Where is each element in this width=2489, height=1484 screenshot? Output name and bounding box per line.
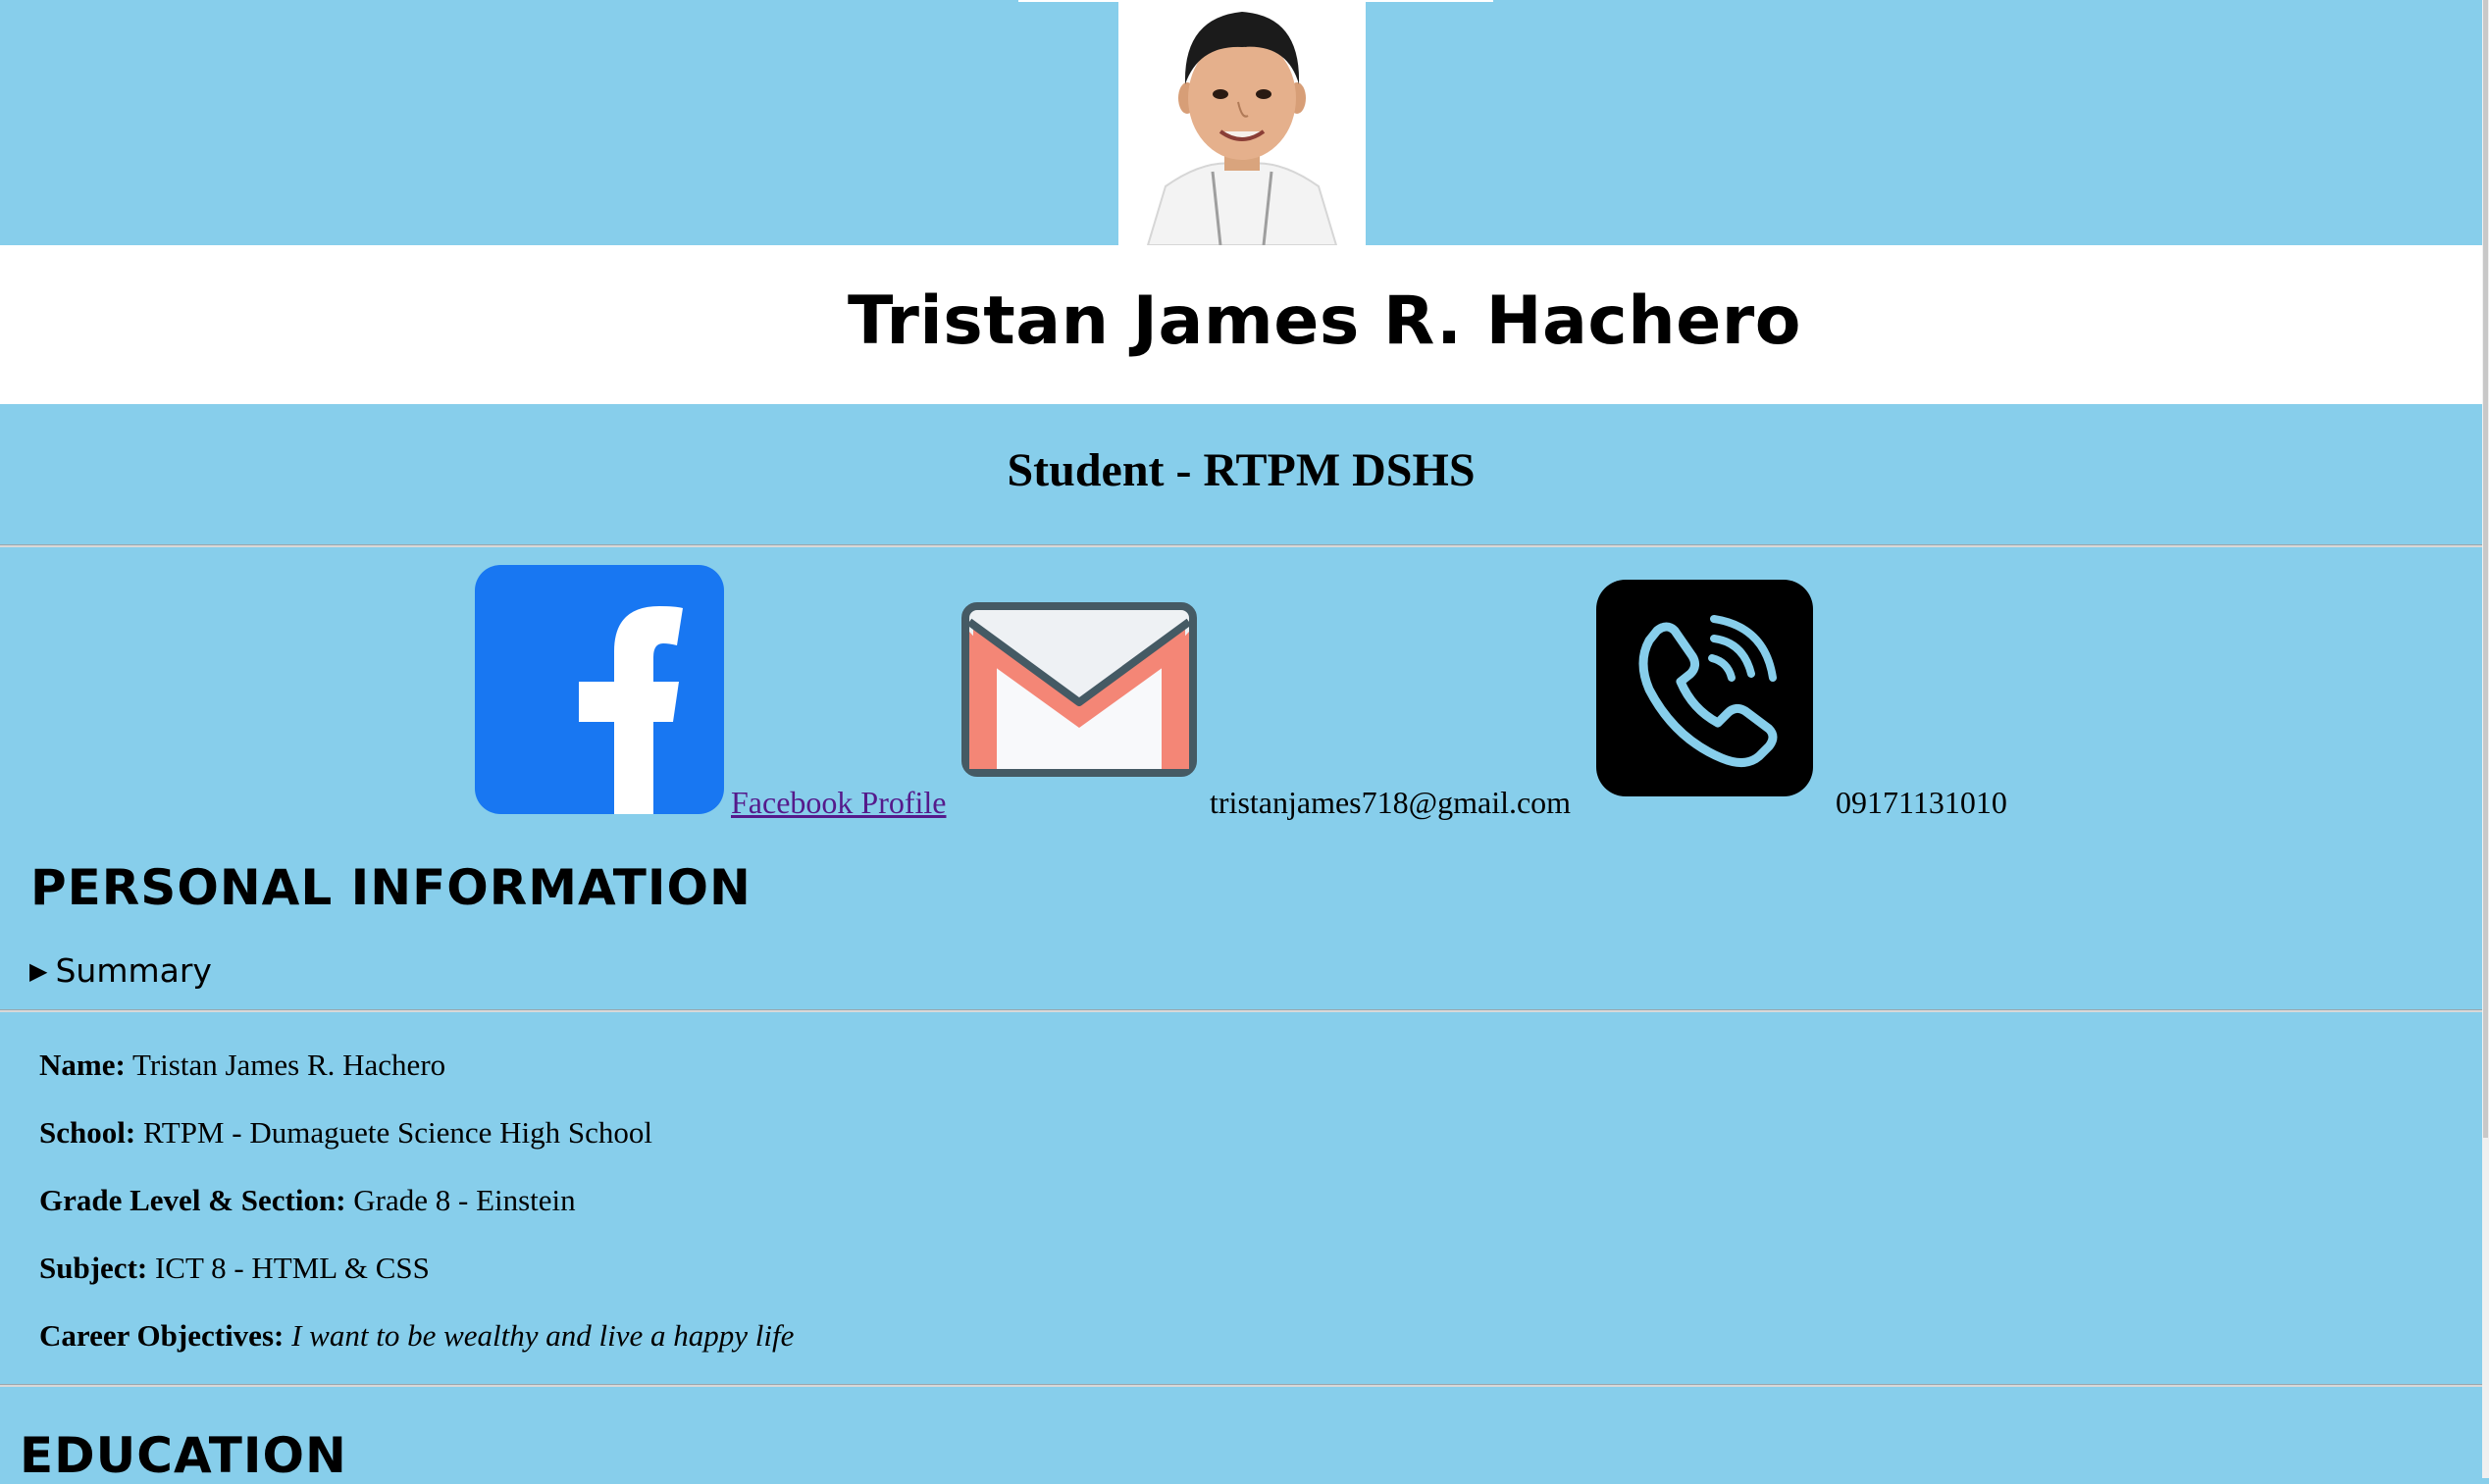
info-value: ICT 8 - HTML & CSS: [154, 1251, 430, 1285]
profile-photo: [1118, 0, 1366, 245]
scrollbar-thumb[interactable]: [2483, 0, 2488, 1138]
info-row-subject: Subject: ICT 8 - HTML & CSS: [39, 1251, 430, 1286]
info-row-name: Name: Tristan James R. Hachero: [39, 1048, 445, 1083]
subtitle: Student - RTPM DSHS: [1007, 444, 1476, 496]
email-text: tristanjames718@gmail.com: [1210, 785, 1572, 820]
summary-toggle[interactable]: ▶ Summary: [29, 951, 212, 990]
phone-text: 09171131010: [1836, 785, 2007, 820]
personal-information-heading: PERSONAL INFORMATION: [30, 859, 752, 916]
summary-label: Summary: [55, 951, 212, 990]
info-value: Grade 8 - Einstein: [353, 1183, 576, 1217]
name-band: Tristan James R. Hachero: [0, 245, 2482, 404]
divider: [0, 1009, 2482, 1012]
info-value: I want to be wealthy and live a happy li…: [291, 1318, 795, 1353]
page-title: Tristan James R. Hachero: [847, 282, 1802, 360]
info-label: School:: [39, 1115, 136, 1150]
facebook-profile-link-text[interactable]: Facebook Profile: [731, 785, 947, 820]
gmail-icon: [961, 602, 1197, 777]
info-row-career: Career Objectives: I want to be wealthy …: [39, 1318, 794, 1354]
education-heading: EDUCATION: [20, 1427, 347, 1484]
info-label: Grade Level & Section:: [39, 1183, 346, 1217]
info-row-school: School: RTPM - Dumaguete Science High Sc…: [39, 1115, 652, 1151]
phone-icon: [1596, 580, 1813, 796]
info-value: Tristan James R. Hachero: [132, 1048, 446, 1082]
info-label: Career Objectives:: [39, 1318, 285, 1353]
divider: [0, 544, 2482, 547]
triangle-right-icon: ▶: [29, 957, 48, 985]
facebook-icon[interactable]: [475, 565, 724, 814]
scrollbar[interactable]: [2482, 0, 2489, 1478]
info-value: RTPM - Dumaguete Science High School: [142, 1115, 652, 1150]
divider: [0, 1384, 2482, 1387]
info-label: Subject:: [39, 1251, 148, 1285]
info-row-grade: Grade Level & Section: Grade 8 - Einstei…: [39, 1183, 576, 1218]
facebook-profile-link[interactable]: Facebook Profile: [731, 785, 947, 821]
info-label: Name:: [39, 1048, 126, 1082]
